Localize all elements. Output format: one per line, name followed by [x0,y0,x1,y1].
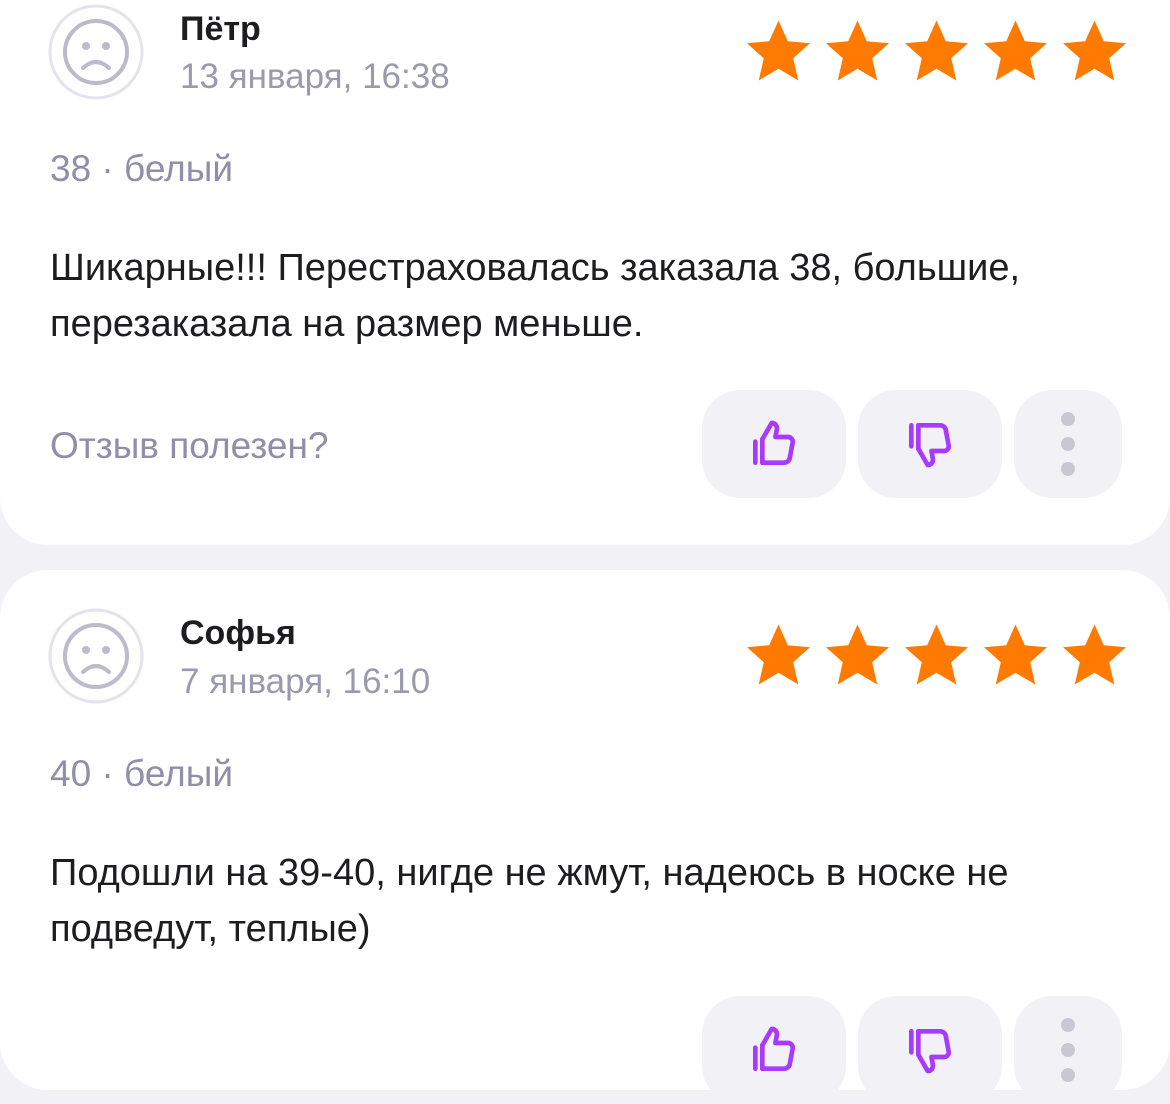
thumbs-up-icon [753,1026,796,1072]
review-author: Пётр [180,10,261,48]
like-button[interactable] [702,390,846,498]
star-icon [1063,20,1126,81]
more-vertical-icon [1061,412,1075,476]
review-variant: 40 · белый [50,753,234,794]
like-button[interactable] [702,996,846,1104]
star-icon [747,20,810,81]
more-vertical-icon [1061,1018,1075,1082]
review-date: 7 января, 16:10 [180,662,431,701]
star-icon [826,624,889,685]
rating-stars [740,16,1133,88]
review-author: Софья [180,614,296,652]
avatar-sad-face-icon [48,4,144,100]
dislike-button[interactable] [858,996,1002,1104]
review-card: Софья 7 января, 16:10 40 · белый Подошли… [0,570,1170,1104]
star-icon [826,20,889,81]
review-text: Шикарные!!! Перестраховалась заказала 38… [50,247,1021,345]
star-icon [905,20,968,81]
thumbs-down-icon [909,422,952,468]
star-icon [984,20,1047,81]
review-card: Пётр 13 января, 16:38 38 · белый Шикарны… [0,0,1170,545]
star-icon [984,624,1047,685]
thumbs-up-icon [753,420,796,466]
star-icon [747,624,810,685]
thumbs-down-icon [909,1028,952,1074]
avatar-sad-face-icon [48,608,144,704]
review-variant: 38 · белый [50,148,234,189]
helpful-question: Отзыв полезен? [50,425,329,466]
dislike-button[interactable] [858,390,1002,498]
review-date: 13 января, 16:38 [180,57,450,96]
star-icon [1063,624,1126,685]
review-text: Подошли на 39-40, нигде не жмут, надеюсь… [50,852,1009,950]
star-icon [905,624,968,685]
rating-stars [740,620,1133,692]
more-options-button[interactable] [1014,996,1122,1104]
more-options-button[interactable] [1014,390,1122,498]
